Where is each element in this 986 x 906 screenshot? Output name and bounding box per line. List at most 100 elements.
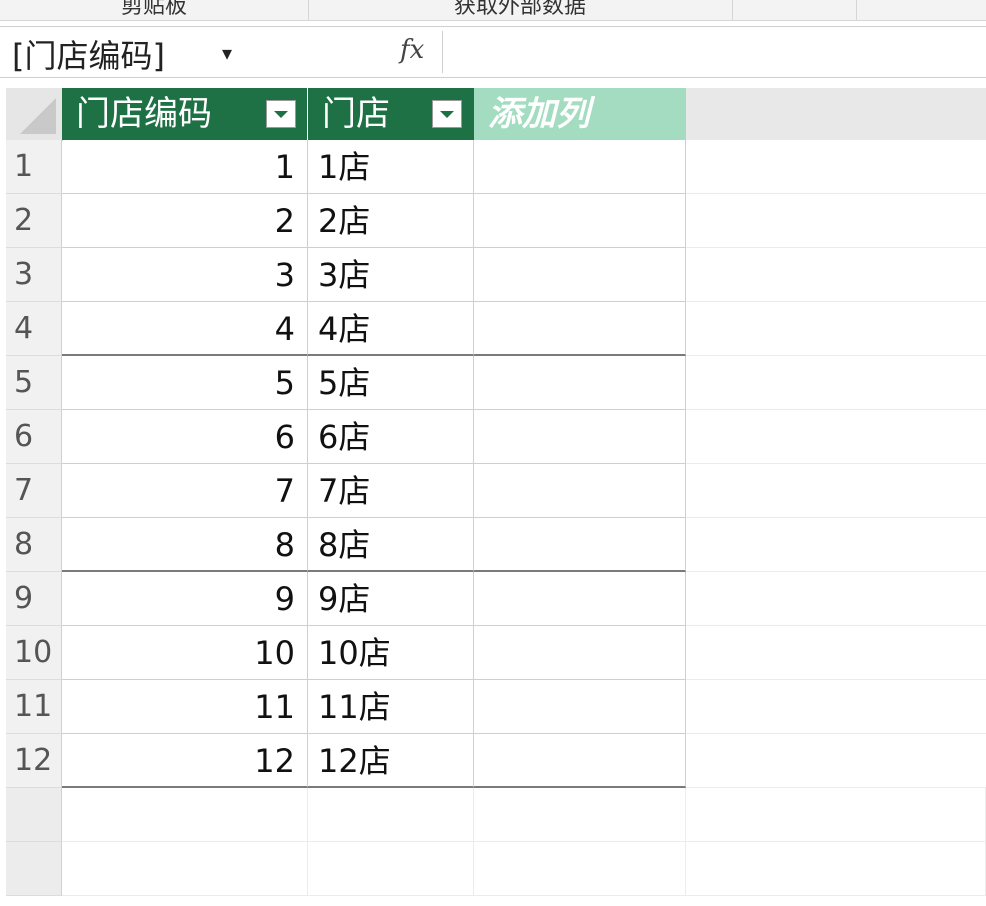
cell-add-column[interactable] — [474, 194, 686, 248]
ribbon-group-get-external-data: 获取外部数据 — [308, 0, 733, 20]
name-box[interactable]: [门店编码] — [12, 31, 165, 77]
row-number[interactable]: 5 — [6, 356, 62, 410]
ribbon-group-3 — [732, 0, 857, 20]
cell-empty — [686, 194, 986, 248]
ribbon-group-clipboard: 剪贴板 — [0, 0, 309, 20]
column-header-empty — [686, 88, 986, 140]
filter-dropdown-icon[interactable] — [432, 100, 462, 128]
table-row[interactable]: 1 1 1店 — [0, 140, 986, 194]
empty-cell — [308, 842, 474, 896]
cell-empty — [686, 356, 986, 410]
cell-store-code[interactable]: 5 — [62, 356, 308, 410]
cell-store[interactable]: 5店 — [308, 356, 474, 410]
cell-store[interactable]: 6店 — [308, 410, 474, 464]
cell-add-column[interactable] — [474, 140, 686, 194]
row-number[interactable]: 4 — [6, 302, 62, 356]
cell-add-column[interactable] — [474, 518, 686, 572]
cell-store-code[interactable]: 1 — [62, 140, 308, 194]
cell-store[interactable]: 1店 — [308, 140, 474, 194]
table-row[interactable]: 3 3 3店 — [0, 248, 986, 302]
cell-add-column[interactable] — [474, 464, 686, 518]
cell-store[interactable]: 10店 — [308, 626, 474, 680]
cell-store-code[interactable]: 3 — [62, 248, 308, 302]
cell-store-code[interactable]: 8 — [62, 518, 308, 572]
empty-cell — [474, 788, 686, 842]
cell-store[interactable]: 7店 — [308, 464, 474, 518]
cell-store-code[interactable]: 4 — [62, 302, 308, 356]
table-row[interactable]: 2 2 2店 — [0, 194, 986, 248]
table-row[interactable]: 10 10 10店 — [0, 626, 986, 680]
empty-cell — [686, 842, 986, 896]
row-number-empty — [6, 842, 62, 896]
empty-row — [0, 842, 986, 896]
cell-empty — [686, 140, 986, 194]
name-box-dropdown-icon[interactable]: ▾ — [222, 41, 232, 65]
cell-empty — [686, 464, 986, 518]
cell-empty — [686, 410, 986, 464]
table-row[interactable]: 12 12 12店 — [0, 734, 986, 788]
cell-empty — [686, 680, 986, 734]
filter-dropdown-icon[interactable] — [266, 100, 296, 128]
ribbon: 剪贴板 获取外部数据 — [0, 0, 986, 21]
cell-empty — [686, 248, 986, 302]
cell-add-column[interactable] — [474, 680, 686, 734]
cell-add-column[interactable] — [474, 356, 686, 410]
cell-add-column[interactable] — [474, 626, 686, 680]
table-row[interactable]: 8 8 8店 — [0, 518, 986, 572]
cell-store-code[interactable]: 2 — [62, 194, 308, 248]
cell-add-column[interactable] — [474, 410, 686, 464]
column-header-store[interactable]: 门店 — [308, 88, 474, 140]
column-header-label: 添加列 — [488, 94, 590, 134]
cell-store-code[interactable]: 10 — [62, 626, 308, 680]
row-number[interactable]: 9 — [6, 572, 62, 626]
cell-store[interactable]: 8店 — [308, 518, 474, 572]
column-header-store-code[interactable]: 门店编码 — [62, 88, 308, 140]
data-grid: 门店编码 门店 添加列 1 1 1店 2 2 2店 3 3 3店 4 4 4店 … — [0, 88, 986, 906]
column-header-label: 门店编码 — [76, 94, 212, 134]
row-number-empty — [6, 788, 62, 842]
table-row[interactable]: 4 4 4店 — [0, 302, 986, 356]
cell-store-code[interactable]: 9 — [62, 572, 308, 626]
select-all-corner[interactable] — [6, 88, 63, 141]
row-number[interactable]: 11 — [6, 680, 62, 734]
formula-input[interactable] — [443, 27, 986, 77]
cell-add-column[interactable] — [474, 248, 686, 302]
cell-store-code[interactable]: 12 — [62, 734, 308, 788]
row-number[interactable]: 2 — [6, 194, 62, 248]
row-number[interactable]: 3 — [6, 248, 62, 302]
row-number[interactable]: 12 — [6, 734, 62, 788]
cell-store-code[interactable]: 6 — [62, 410, 308, 464]
cell-store[interactable]: 3店 — [308, 248, 474, 302]
table-row[interactable]: 9 9 9店 — [0, 572, 986, 626]
row-number[interactable]: 7 — [6, 464, 62, 518]
row-number[interactable]: 8 — [6, 518, 62, 572]
table-row[interactable]: 11 11 11店 — [0, 680, 986, 734]
cell-add-column[interactable] — [474, 734, 686, 788]
empty-row — [0, 788, 986, 842]
cell-store[interactable]: 11店 — [308, 680, 474, 734]
cell-store[interactable]: 9店 — [308, 572, 474, 626]
row-number[interactable]: 6 — [6, 410, 62, 464]
cell-add-column[interactable] — [474, 302, 686, 356]
empty-cell — [62, 842, 308, 896]
fx-icon[interactable]: fx — [400, 35, 424, 65]
column-header-add-column[interactable]: 添加列 — [474, 88, 686, 140]
empty-cell — [62, 788, 308, 842]
table-row[interactable]: 7 7 7店 — [0, 464, 986, 518]
cell-store-code[interactable]: 11 — [62, 680, 308, 734]
row-number[interactable]: 1 — [6, 140, 62, 194]
cell-store[interactable]: 4店 — [308, 302, 474, 356]
cell-store[interactable]: 2店 — [308, 194, 474, 248]
cell-store-code[interactable]: 7 — [62, 464, 308, 518]
cell-empty — [686, 734, 986, 788]
cell-store[interactable]: 12店 — [308, 734, 474, 788]
empty-cell — [308, 788, 474, 842]
table-row[interactable]: 6 6 6店 — [0, 410, 986, 464]
cell-add-column[interactable] — [474, 572, 686, 626]
row-number[interactable]: 10 — [6, 626, 62, 680]
cell-empty — [686, 572, 986, 626]
cell-empty — [686, 518, 986, 572]
table-row[interactable]: 5 5 5店 — [0, 356, 986, 410]
empty-cell — [686, 788, 986, 842]
cell-empty — [686, 626, 986, 680]
